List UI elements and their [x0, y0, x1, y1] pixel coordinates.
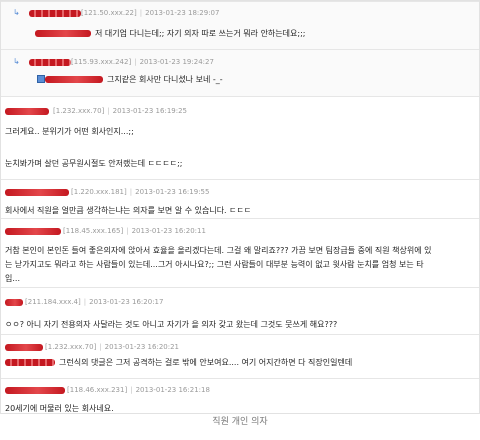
comment-item: [211.184.xxx.4] | 2013-01-23 16:20:17 ㅇㅇ? … — [1, 287, 479, 334]
comment-item: [1.220.xxx.181] | 2013-01-23 16:19:55 회사에서… — [1, 179, 479, 218]
comment-meta: [1.232.xxx.70] | 2013-01-23 16:20:21 — [45, 343, 180, 351]
comment-item: [118.46.xxx.231] | 2013-01-23 16:21:18 20세… — [1, 378, 479, 413]
ip-address: 118.46.xxx.231 — [69, 386, 125, 394]
ip-address: 211.184.xxx.4 — [27, 298, 79, 306]
ip-address: 1.232.xxx.70 — [55, 107, 102, 115]
timestamp: 2013-01-23 16:20:11 — [131, 227, 206, 235]
comment-meta: [211.184.xxx.4] | 2013-01-23 16:20:17 — [25, 298, 164, 306]
ip-address: 121.50.xxx.22 — [83, 9, 135, 17]
comment-item: [1.232.xxx.70] | 2013-01-23 16:20:21 그런식의 … — [1, 334, 479, 378]
nickname-redacted[interactable] — [5, 299, 23, 306]
comment-item: ↳ [121.50.xxx.22] | 2013-01-23 18:29:07 저 … — [1, 1, 479, 49]
comment-text: 거참 본인이 본인돈 들여 좋은의자에 앉아서 효율을 올리겠다는데. 그걸 왜… — [5, 246, 432, 255]
nickname-redacted[interactable] — [5, 189, 69, 196]
nickname-redacted[interactable] — [29, 10, 81, 17]
timestamp: 2013-01-23 16:21:18 — [135, 386, 210, 394]
mention-redacted — [45, 76, 103, 83]
reply-arrow-icon: ↳ — [13, 57, 20, 66]
ip-address: 115.93.xxx.242 — [73, 58, 129, 66]
text-fade — [457, 243, 479, 273]
ip-address: 1.220.xxx.181 — [73, 188, 125, 196]
ip-address: 118.45.xxx.165 — [65, 227, 121, 235]
nickname-redacted[interactable] — [5, 108, 49, 115]
comment-text: 입... — [5, 274, 20, 283]
comment-meta: [115.93.xxx.242] | 2013-01-23 19:24:27 — [71, 58, 214, 66]
image-caption: 직원 개인 의자 — [212, 417, 268, 427]
comment-text: 그러게요.. 분위기가 어떤 회사인지...;; — [5, 127, 134, 136]
mention-redacted — [5, 359, 55, 366]
comment-text: 저 대기업 다니는데;; 자기 의자 따로 쓰는거 뭐라 안하는데요;;; — [95, 29, 306, 38]
comment-meta: [121.50.xxx.22] | 2013-01-23 18:29:07 — [81, 9, 220, 17]
mention-redacted — [35, 30, 91, 37]
reply-arrow-icon: ↳ — [13, 8, 20, 17]
timestamp: 2013-01-23 16:20:21 — [104, 343, 180, 351]
comment-meta: [1.232.xxx.70] | 2013-01-23 16:19:25 — [53, 107, 188, 115]
comment-text: 회사에서 직원을 얼만큼 생각하는냐는 의자를 보면 알 수 있습니다. ㄷㄷㄷ — [5, 206, 252, 215]
nickname-redacted[interactable] — [5, 228, 61, 235]
comment-meta: [118.46.xxx.231] | 2013-01-23 16:21:18 — [67, 386, 210, 394]
timestamp: 2013-01-23 16:20:17 — [89, 298, 164, 306]
comment-meta: [1.220.xxx.181] | 2013-01-23 16:19:55 — [71, 188, 210, 196]
comment-item: [118.45.xxx.165] | 2013-01-23 16:20:11 거참 … — [1, 218, 479, 287]
nickname-redacted[interactable] — [5, 344, 43, 351]
timestamp: 2013-01-23 19:24:27 — [139, 58, 214, 66]
comment-text: 20세기에 머물러 있는 회사네요. — [5, 404, 114, 413]
comment-item: ↳ [115.93.xxx.242] | 2013-01-23 19:24:27 그… — [1, 49, 479, 96]
ip-address: 1.232.xxx.70 — [47, 343, 94, 351]
timestamp: 2013-01-23 18:29:07 — [145, 9, 220, 17]
user-icon — [37, 75, 45, 83]
comment-meta: [118.45.xxx.165] | 2013-01-23 16:20:11 — [63, 227, 206, 235]
comment-text: 눈치봐가며 살던 공무원시절도 안저랬는데 ㄷㄷㄷㄷ;; — [5, 159, 183, 168]
comment-list: ↳ [121.50.xxx.22] | 2013-01-23 18:29:07 저 … — [0, 0, 480, 414]
comment-item: [1.232.xxx.70] | 2013-01-23 16:19:25 그러게요.… — [1, 96, 479, 179]
timestamp: 2013-01-23 16:19:55 — [135, 188, 210, 196]
comment-text: 그지같은 회사만 다니셨나 보네 -_- — [107, 75, 223, 84]
nickname-redacted[interactable] — [29, 59, 71, 66]
comment-text: ㅇㅇ? 아니 자기 전용의자 사달라는 것도 아니고 자기가 을 의자 갖고 왔… — [5, 320, 338, 329]
comment-text: 그런식의 댓글은 그저 공격하는 걸로 밖에 안보여요.... 여기 어지간하면… — [59, 358, 353, 367]
comment-text: 는 낟가지고도 뭐라고 하는 사람들이 있는데...그거 아시나요?;; 그런 … — [5, 260, 424, 269]
timestamp: 2013-01-23 16:19:25 — [112, 107, 188, 115]
nickname-redacted[interactable] — [5, 387, 65, 394]
